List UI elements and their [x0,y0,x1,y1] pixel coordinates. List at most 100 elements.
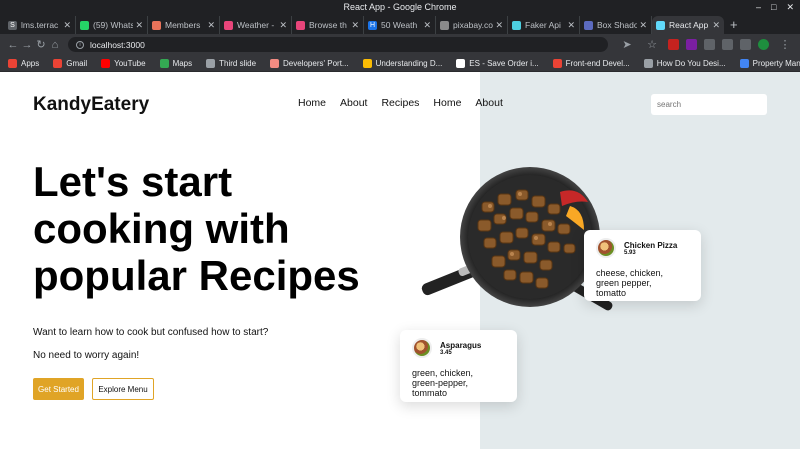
close-tab-icon[interactable]: ✕ [207,20,215,31]
tab-favicon-icon [584,20,593,30]
nav-link-about-2[interactable]: About [475,97,502,109]
address-url: localhost:3000 [90,39,145,50]
bookmark-item[interactable]: Property Manag... [739,58,800,68]
extension-icon[interactable] [668,39,679,50]
bookmark-favicon-icon [739,58,749,68]
nav-link-home-2[interactable]: Home [433,97,461,109]
address-bar[interactable]: i localhost:3000 [68,37,608,52]
reload-icon[interactable]: ↻ [34,38,48,51]
close-tab-icon[interactable]: ✕ [567,20,575,31]
menu-icon[interactable]: ⋮ [776,38,794,51]
browser-tab[interactable]: Browse th ✕ [292,16,364,34]
side-panel-icon[interactable] [740,39,751,50]
minimize-icon[interactable]: – [756,0,761,14]
explore-menu-button[interactable]: Explore Menu [92,378,154,400]
close-tab-icon[interactable]: ✕ [495,20,503,31]
new-tab-icon[interactable]: + [730,16,738,34]
puzzle-icon[interactable] [704,39,715,50]
bookmark-favicon-icon [552,58,562,68]
tab-title: Weather - [237,20,275,30]
search-input[interactable] [651,94,767,115]
browser-tab[interactable]: React App ✕ [652,16,724,34]
bookmark-label: Gmail [66,58,88,68]
close-tab-icon[interactable]: ✕ [423,20,431,31]
home-icon[interactable]: ⌂ [48,39,62,51]
bookmark-label: Front-end Devel... [565,58,630,68]
close-tab-icon[interactable]: ✕ [279,20,287,31]
back-icon[interactable]: ← [6,39,20,51]
tab-favicon-icon [152,20,161,30]
hero-subtitle: Want to learn how to cook but confused h… [33,327,269,338]
site-info-icon[interactable]: i [76,40,84,49]
forward-icon[interactable]: → [20,39,34,51]
bookmark-label: Understanding D... [375,58,443,68]
bookmark-item[interactable]: ES - Save Order i... [456,58,539,68]
browser-tab[interactable]: Box Shado ✕ [580,16,652,34]
bookmark-favicon-icon [362,58,372,68]
close-tab-icon[interactable]: ✕ [63,20,71,31]
bookmark-item[interactable]: How Do You Desi... [643,58,726,68]
close-tab-icon[interactable]: ✕ [135,20,143,31]
close-tab-icon[interactable]: ✕ [639,20,647,31]
card-ingredients: green, chicken, green-pepper, tommato [412,368,505,398]
extension-icon[interactable] [686,39,697,50]
ingredient-line: tommato [412,388,448,398]
bookmark-star-icon[interactable]: ☆ [643,38,661,51]
bookmark-item[interactable]: Third slide [206,58,256,68]
hero-line: Let's start [33,158,233,205]
close-tab-icon[interactable]: ✕ [351,20,359,31]
close-tab-icon[interactable]: ✕ [712,20,720,31]
tab-favicon-icon [656,20,665,30]
hero-heading: Let's start cooking with popular Recipes [33,158,413,299]
avatar[interactable] [758,39,769,50]
bookmark-favicon-icon [270,58,280,68]
window-controls: – □ ✕ [756,0,794,14]
nav-link-about[interactable]: About [340,97,367,109]
bookmark-favicon-icon [206,58,216,68]
browser-tab[interactable]: Weather - ✕ [220,16,292,34]
tab-title: Browse th [309,20,347,30]
bookmark-item[interactable]: Front-end Devel... [552,58,630,68]
recipe-thumbnail [412,338,432,358]
site-logo[interactable]: KandyEatery [33,94,149,116]
browser-tab[interactable]: pixabay.co ✕ [436,16,508,34]
hero-tagline: No need to worry again! [33,350,140,361]
bookmark-item[interactable]: Apps [8,58,39,68]
bookmark-favicon-icon [8,58,17,68]
ingredient-line: cheese, chicken, [596,268,664,278]
bookmark-item[interactable]: Gmail [53,58,88,68]
reading-list-icon[interactable] [722,39,733,50]
bookmark-item[interactable]: Maps [159,58,192,68]
browser-tab[interactable]: Faker Api ✕ [508,16,580,34]
browser-tab[interactable]: (59) Whats ✕ [76,16,148,34]
card-price: 5.93 [624,249,636,256]
window-titlebar: React App - Google Chrome – □ ✕ [0,0,800,14]
browser-tab[interactable]: Slms.terrac ✕ [4,16,76,34]
tab-title: Faker Api [525,20,561,30]
get-started-button[interactable]: Get Started [33,378,84,400]
bookmark-label: Property Manag... [752,58,800,68]
bookmark-item[interactable]: Developers' Port... [270,58,349,68]
send-icon[interactable]: ➤ [618,38,636,51]
bookmark-label: ES - Save Order i... [469,58,539,68]
tab-favicon-icon: S [8,20,17,30]
recipe-card-chicken-pizza[interactable]: Chicken Pizza 5.93 cheese, chicken, gree… [584,230,701,301]
hero-line: cooking with [33,205,290,252]
nav-link-recipes[interactable]: Recipes [381,97,419,109]
browser-tab[interactable]: H 50 Weath ✕ [364,16,436,34]
card-title: Chicken Pizza [624,240,678,250]
browser-tab[interactable]: Members ✕ [148,16,220,34]
tab-title: Members [165,20,201,30]
bookmark-favicon-icon [159,58,169,68]
bookmark-item[interactable]: YouTube [101,58,146,68]
tab-strip: Slms.terrac ✕ (59) Whats ✕ Members ✕ Weather -… [0,14,800,34]
tab-favicon-icon [224,20,233,30]
tab-title: pixabay.co [453,20,494,30]
maximize-icon[interactable]: □ [771,0,776,14]
close-window-icon[interactable]: ✕ [786,0,794,14]
recipe-card-asparagus[interactable]: Asparagus 3.45 green, chicken, green-pep… [400,330,517,402]
nav-link-home[interactable]: Home [298,97,326,109]
card-title-group: Asparagus 3.45 [440,341,481,356]
tab-title: 50 Weath [381,20,418,30]
bookmark-item[interactable]: Understanding D... [362,58,443,68]
